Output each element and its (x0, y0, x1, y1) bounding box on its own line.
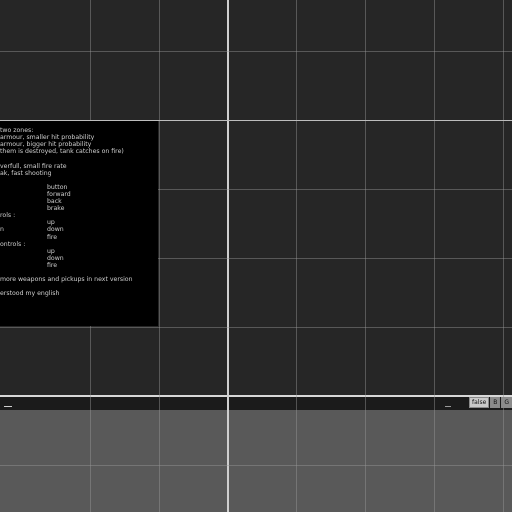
bottom-viewport (0, 398, 512, 512)
game-viewport: two zones: armour, smaller hit probabilit… (0, 0, 512, 512)
g-toggle[interactable]: G (501, 397, 512, 408)
control-action: button (47, 183, 68, 191)
instruction-text: armour, smaller hit probability (0, 134, 95, 142)
divider-shadow (0, 397, 512, 410)
false-toggle[interactable]: false (469, 397, 490, 408)
instructions-panel: two zones: armour, smaller hit probabilit… (0, 121, 158, 326)
b-toggle[interactable]: B (490, 397, 501, 408)
viewport-marker-left (4, 406, 12, 407)
control-action: up (47, 219, 55, 227)
control-action: fire (47, 261, 58, 269)
instruction-text: verfull, small fire rate (0, 162, 67, 170)
instruction-text: ak, fast shooting (0, 169, 52, 177)
control-action: fire (47, 233, 58, 241)
instruction-text: more weapons and pickups in next version (0, 276, 133, 284)
control-action: brake (47, 205, 65, 213)
control-action: back (47, 198, 62, 205)
instruction-text: them is destroyed, tank catches on fire) (0, 148, 124, 156)
instruction-text: two zones: (0, 127, 34, 134)
control-action: up (47, 247, 55, 255)
control-action: forward (47, 190, 71, 198)
instruction-text: rols : (0, 212, 16, 220)
control-action: down (47, 226, 64, 234)
instruction-text: erstood my english (0, 290, 60, 298)
control-key: n (0, 226, 4, 234)
toggle-group: false B G (469, 397, 512, 408)
viewport-marker-right (445, 406, 451, 407)
control-action: down (47, 254, 64, 262)
instruction-text: armour, bigger hit probability (0, 141, 92, 149)
instruction-text: ontrols : (0, 240, 26, 248)
